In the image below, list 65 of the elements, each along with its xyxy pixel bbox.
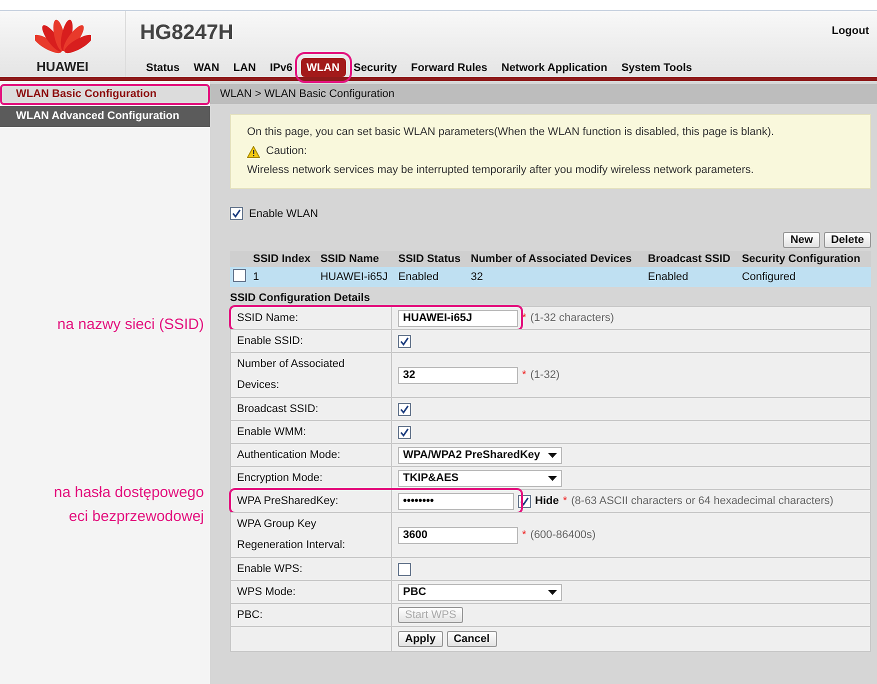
checkbox-label: Enable WLAN: [249, 208, 318, 220]
notice-text: On this page, you can set basic WLAN parameters(When the WLAN function is disabled, this page is blank).: [247, 125, 776, 140]
nav-tab[interactable]: Status: [140, 58, 186, 77]
checkbox[interactable]: [398, 562, 411, 576]
field-label: Encryption Mode:: [231, 467, 392, 489]
required-mark: *: [562, 495, 568, 507]
checkbox[interactable]: [398, 402, 411, 416]
table-cell: Enabled: [644, 267, 739, 287]
table-cell: Configured: [738, 267, 871, 287]
required-mark: *: [522, 529, 526, 541]
breadcrumb: WLAN > WLAN Basic Configuration: [210, 84, 877, 104]
column-header: SSID Status: [395, 251, 468, 267]
warning-text: Wireless network services may be interrupted temporarily after you modify wireless network parameters.: [247, 163, 755, 178]
checkbox[interactable]: [398, 334, 411, 348]
warning-icon: [247, 146, 260, 158]
nav-tab[interactable]: Security: [348, 58, 403, 77]
form-button[interactable]: Apply: [398, 631, 443, 647]
brand-name: HUAWEI: [36, 59, 88, 74]
nav-tab[interactable]: Network Application: [495, 58, 614, 77]
text-field[interactable]: HUAWEI-i65J: [398, 310, 518, 326]
column-header: SSID Index: [250, 251, 318, 267]
hint-text: (8-63 ASCII characters or 64 hexadecimal characters): [571, 495, 834, 507]
logout-link[interactable]: Logout: [832, 25, 869, 37]
annotation-text: eci bezprzewodowej: [68, 507, 204, 527]
checkbox[interactable]: [233, 269, 246, 282]
caret-icon: [548, 476, 557, 480]
dropdown[interactable]: TKIP&AES: [398, 470, 562, 486]
form-button[interactable]: Cancel: [446, 631, 497, 647]
annotation-text: na hasła dostępowego: [54, 483, 204, 503]
text-field[interactable]: 32: [398, 366, 518, 384]
hint-text: (1-32 characters): [530, 312, 614, 324]
hint-text: (1-32): [530, 369, 560, 381]
sidebar-item[interactable]: WLAN Advanced Configuration: [0, 106, 210, 127]
nav-tab[interactable]: WAN: [188, 58, 226, 77]
caret-icon: [548, 452, 557, 458]
nav-tab[interactable]: WLAN: [300, 58, 346, 77]
column-header: Security Configuration: [738, 251, 871, 267]
column-header: SSID Name: [317, 251, 396, 267]
nav-tab[interactable]: LAN: [227, 58, 262, 77]
caret-icon: [548, 590, 557, 594]
nav-tab[interactable]: Forward Rules: [404, 58, 494, 77]
nav-tab[interactable]: IPv6: [264, 58, 299, 77]
checkbox-label: Hide: [535, 495, 559, 507]
column-header: Number of Associated Devices: [468, 251, 645, 267]
column-header: Broadcast SSID: [644, 251, 739, 267]
table-cell: 1: [250, 267, 318, 287]
table-cell: 32: [468, 267, 645, 287]
model-title: HG8247H: [140, 21, 234, 45]
required-mark: *: [522, 369, 526, 381]
password-field[interactable]: ••••••••: [398, 492, 514, 510]
table-cell: Enabled: [395, 267, 468, 287]
table-cell: HUAWEI-i65J: [317, 267, 396, 287]
table-button[interactable]: Delete: [824, 232, 871, 248]
nav-tab[interactable]: System Tools: [615, 58, 698, 77]
caution-label: Caution:: [266, 144, 307, 159]
checkbox[interactable]: [230, 207, 243, 220]
dropdown[interactable]: WPA/WPA2 PreSharedKey: [398, 446, 562, 464]
section-title: SSID Configuration Details: [230, 292, 371, 304]
sidebar-item[interactable]: WLAN Basic Configuration: [0, 84, 210, 105]
annotation-text: na nazwy sieci (SSID): [57, 315, 204, 335]
dropdown[interactable]: PBC: [398, 584, 562, 600]
checkbox[interactable]: [398, 426, 411, 438]
hint-text: (600-86400s): [530, 529, 596, 541]
text-field[interactable]: 3600: [398, 526, 518, 544]
table-button[interactable]: New: [783, 232, 820, 248]
